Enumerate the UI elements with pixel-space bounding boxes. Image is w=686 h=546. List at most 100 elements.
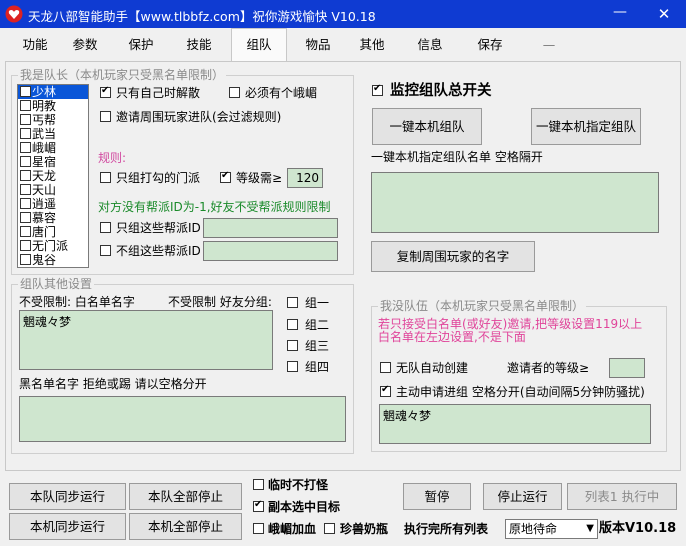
machine-all-stop-button[interactable]: 本机全部停止 [129,513,242,540]
list-item[interactable]: 武当 [18,127,88,141]
leader-group-title: 我是队长（本机玩家只受黑名单限制） [18,68,227,82]
tab-items[interactable]: 物品 [293,31,343,59]
pet-milk-checkbox[interactable] [324,523,335,534]
emei-heal-checkbox[interactable] [253,523,264,534]
invite-nearby-label: 邀请周围玩家进队(会过滤规则) [116,110,282,124]
list-item[interactable]: 无门派 [18,239,88,253]
temp-no-monster-checkbox[interactable] [253,479,264,490]
whitelist-input[interactable]: 魍魂々梦 [19,310,273,370]
inviter-level-input[interactable] [609,358,645,378]
level-need-input[interactable]: 120 [287,168,323,188]
need-emei-label: 必须有个峨嵋 [245,86,318,100]
title-bar[interactable]: 天龙八部智能助手【www.tlbbfz.com】祝你游戏愉快 V10.18 — … [0,0,686,28]
list-item[interactable]: 明教 [18,99,88,113]
tab-function[interactable]: 功能 [10,31,60,59]
only-checked-factions-label: 只组打勾的门派 [116,171,201,185]
close-button[interactable]: ✕ [652,4,676,24]
chevron-down-icon: ▼ [586,523,594,534]
only-guild-ids-checkbox[interactable] [100,222,111,233]
list-item[interactable]: 唐门 [18,225,88,239]
version-label: 版本V10.18 [599,521,677,536]
list-status-button[interactable]: 列表1 执行中 [567,483,677,510]
tab-info[interactable]: 信息 [405,31,455,59]
list-item[interactable]: 天山 [18,183,88,197]
team-sync-run-button[interactable]: 本队同步运行 [9,483,126,510]
after-all-lists-label: 执行完所有列表 [404,522,489,536]
tab-other[interactable]: 其他 [347,31,397,59]
auto-apply-checkbox[interactable] [380,384,391,397]
tab-skills[interactable]: 技能 [174,31,224,59]
tab-save[interactable]: 保存 [465,31,515,59]
inviter-level-label: 邀请者的等级≥ [507,361,590,375]
one-key-team-button[interactable]: 一键本机组队 [372,108,482,145]
pause-button[interactable]: 暂停 [403,483,471,510]
tab-team[interactable]: 组队 [231,28,287,61]
monitor-switch-label: 监控组队总开关 [390,83,492,99]
blacklist-input[interactable] [19,396,346,442]
group-two-label: 组二 [305,318,330,332]
emei-heal-label: 峨嵋加血 [268,522,317,536]
dungeon-select-target-label: 副本选中目标 [268,500,341,514]
list-item[interactable]: 鬼谷 [18,253,88,267]
rules-label: 规则: [98,151,127,165]
tab-protect[interactable]: 保护 [116,31,166,59]
only-guild-ids-input[interactable] [203,218,338,238]
list-item[interactable]: 天龙 [18,169,88,183]
only-checked-factions-checkbox[interactable] [100,172,111,183]
only-guild-ids-label: 只组这些帮派ID [116,221,201,235]
level-need-label: 等级需≥ [236,171,283,185]
not-guild-ids-input[interactable] [203,241,338,261]
stop-run-button[interactable]: 停止运行 [483,483,562,510]
one-key-designated-team-button[interactable]: 一键本机指定组队 [531,108,641,145]
group-two-checkbox[interactable] [287,319,298,330]
other-settings-title: 组队其他设置 [18,277,95,291]
dungeon-select-target-checkbox[interactable] [253,499,264,512]
whitelist-label: 不受限制: 白名单名字 [19,295,135,309]
group-one-checkbox[interactable] [287,297,298,308]
team-all-stop-button[interactable]: 本队全部停止 [129,483,242,510]
after-list-selected-value: 原地待命 [509,522,558,536]
list-item[interactable]: 慕容 [18,211,88,225]
window-title: 天龙八部智能助手【www.tlbbfz.com】祝你游戏愉快 V10.18 [28,9,376,24]
tab-dash[interactable]: — [529,31,569,59]
list-item[interactable]: 丐帮 [18,113,88,127]
temp-no-monster-label: 临时不打怪 [268,478,329,492]
only-own-disband-checkbox[interactable] [100,85,111,98]
list-item[interactable]: 逍遥 [18,197,88,211]
tab-params[interactable]: 参数 [60,31,110,59]
auto-apply-label: 主动申请进组 空格分开(自动间隔5分钟防骚扰) [396,385,645,399]
group-four-label: 组四 [305,360,330,374]
minimize-button[interactable]: — [608,4,632,24]
blacklist-label: 黑名单名字 拒绝或踢 请以空格分开 [19,377,207,391]
whitelist-hint: 若只接受白名单(或好友)邀请,把等级设置119以上白名单在左边设置,不是下面 [378,317,643,344]
faction-list[interactable]: 少林 明教 丐帮 武当 峨嵋 星宿 天龙 天山 逍遥 慕容 唐门 无门派 鬼谷 [17,84,89,268]
invite-nearby-checkbox[interactable] [100,111,111,122]
need-emei-checkbox[interactable] [229,87,240,98]
group-four-checkbox[interactable] [287,361,298,372]
after-list-select[interactable]: 原地待命 ▼ [505,519,598,539]
group-three-checkbox[interactable] [287,340,298,351]
level-need-checkbox[interactable] [220,170,231,183]
designated-list-input[interactable] [371,172,659,233]
friend-group-label: 不受限制 好友分组: [168,295,272,309]
auto-apply-input[interactable]: 魍魂々梦 [379,404,651,444]
not-guild-ids-label: 不组这些帮派ID [116,244,201,258]
no-team-group-title: 我没队伍（本机玩家只受黑名单限制） [378,299,587,313]
app-heart-icon [5,5,23,23]
copy-nearby-names-button[interactable]: 复制周围玩家的名字 [371,241,535,272]
designated-list-label: 一键本机指定组队名单 空格隔开 [371,150,543,164]
group-one-label: 组一 [305,296,330,310]
list-item[interactable]: 少林 [18,85,88,99]
monitor-switch-checkbox[interactable] [372,83,383,96]
no-team-auto-create-checkbox[interactable] [380,362,391,373]
only-own-disband-label: 只有自己时解散 [116,86,201,100]
pet-milk-label: 珍兽奶瓶 [340,522,389,536]
tab-bar: 功能 参数 保护 技能 组队 物品 其他 信息 保存 — [4,28,682,62]
group-three-label: 组三 [305,339,330,353]
list-item[interactable]: 星宿 [18,155,88,169]
machine-sync-run-button[interactable]: 本机同步运行 [9,513,126,540]
list-item[interactable]: 峨嵋 [18,141,88,155]
guild-note: 对方没有帮派ID为-1,好友不受帮派规则限制 [98,200,331,214]
not-guild-ids-checkbox[interactable] [100,245,111,256]
no-team-auto-create-label: 无队自动创建 [396,361,469,375]
